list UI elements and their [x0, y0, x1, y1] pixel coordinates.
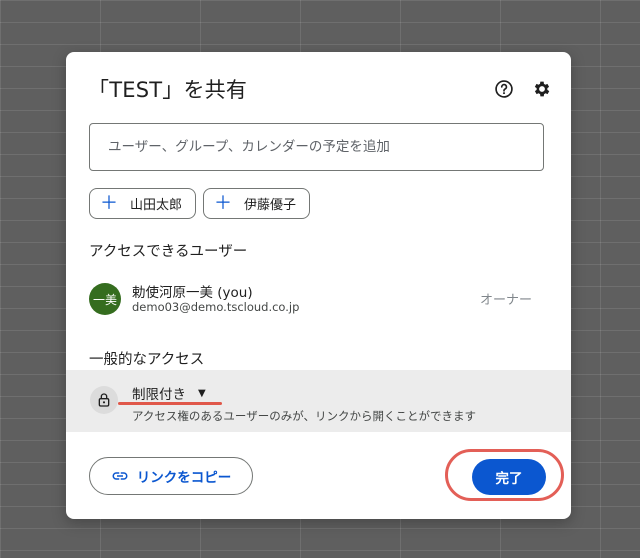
plus-icon: ＋	[100, 192, 118, 214]
suggestion-label: 伊藤優子	[244, 198, 297, 213]
settings-button[interactable]	[531, 78, 553, 100]
caret-down-icon: ▼	[198, 387, 206, 399]
done-button[interactable]: 完了	[472, 459, 546, 495]
dialog-title: 「TEST」を共有	[88, 78, 248, 102]
general-access-description: アクセス権のあるユーザーのみが、リンクから開くことができます	[132, 409, 476, 423]
lock-icon	[90, 386, 118, 414]
gear-icon	[534, 81, 550, 97]
help-circle-icon	[495, 80, 513, 98]
general-access-row: 制限付き ▼ アクセス権のあるユーザーのみが、リンクから開くことができます	[66, 370, 571, 432]
copy-link-label: リンクをコピー	[136, 470, 232, 486]
annotation-underline	[118, 402, 222, 405]
add-people-input[interactable]	[89, 123, 544, 171]
suggestion-chip-ito[interactable]: ＋ 伊藤優子	[203, 188, 310, 219]
owner-role: オーナー	[480, 293, 533, 308]
help-button[interactable]	[493, 78, 515, 100]
share-dialog: 「TEST」を共有 ＋ 山田太郎 ＋ 伊藤優子 アクセスできるユーザー 一美 勅…	[66, 52, 571, 519]
general-access-dropdown[interactable]: 制限付き ▼	[132, 383, 206, 403]
suggestion-chip-yamada[interactable]: ＋ 山田太郎	[89, 188, 196, 219]
general-access-value: 制限付き	[132, 387, 186, 403]
avatar: 一美	[89, 283, 121, 315]
copy-link-button[interactable]: リンクをコピー	[89, 457, 253, 495]
link-icon	[111, 467, 129, 485]
owner-email: demo03@demo.tscloud.co.jp	[132, 300, 300, 314]
owner-name: 勅使河原一美 (you)	[132, 285, 253, 301]
suggestion-label: 山田太郎	[130, 198, 183, 213]
plus-icon: ＋	[214, 192, 232, 214]
people-with-access-heading: アクセスできるユーザー	[89, 244, 248, 260]
general-access-heading: 一般的なアクセス	[89, 352, 205, 368]
